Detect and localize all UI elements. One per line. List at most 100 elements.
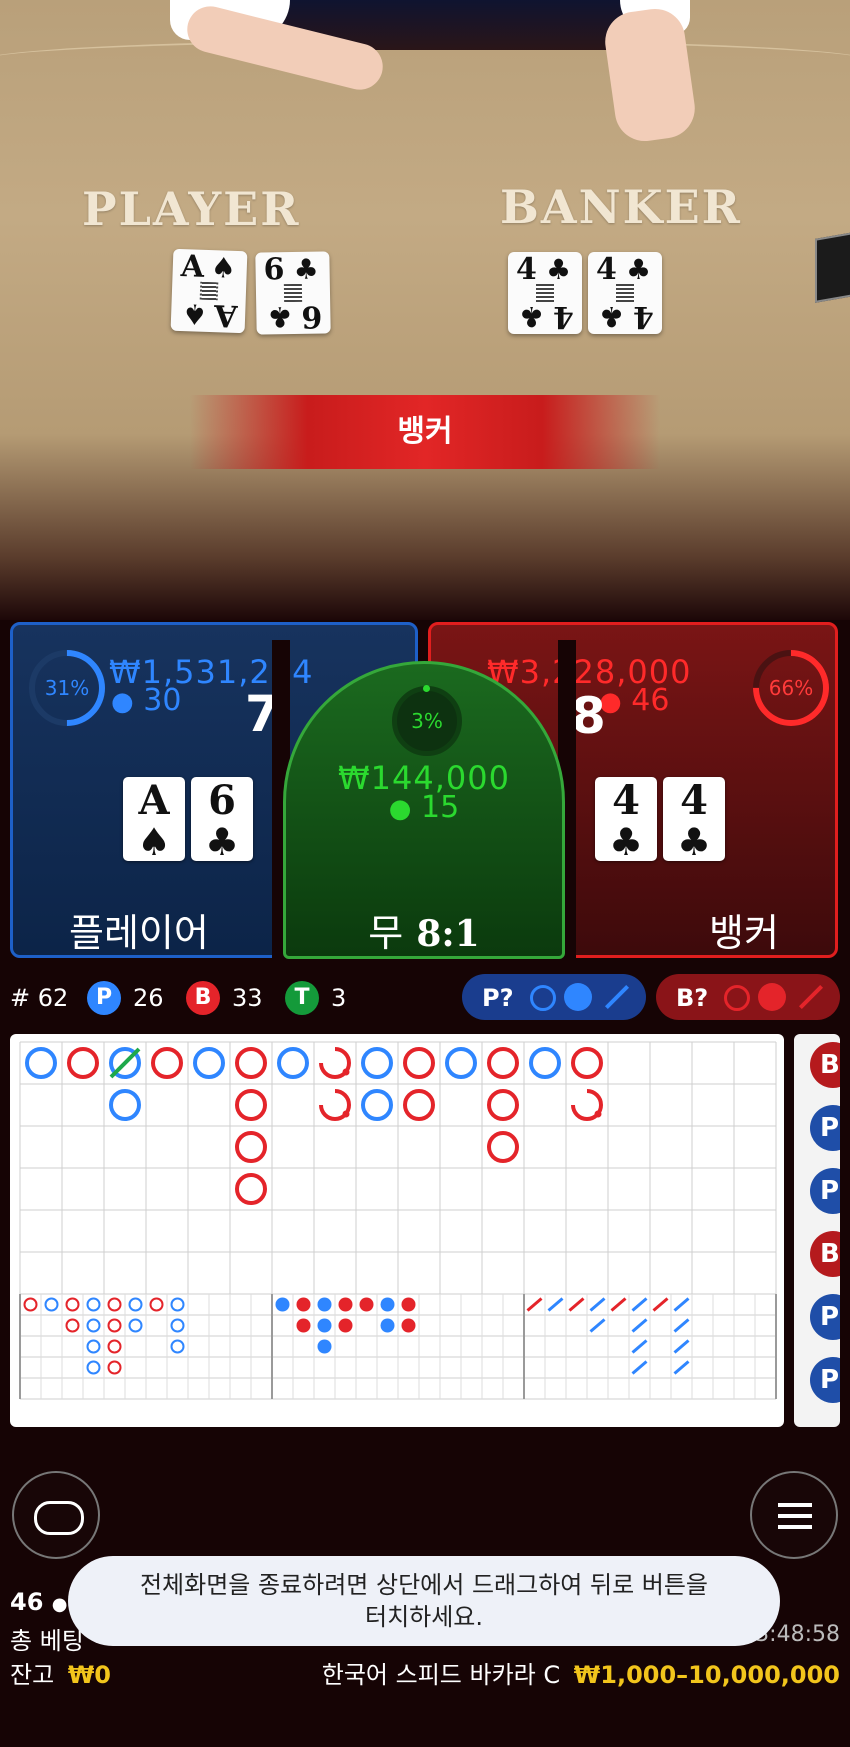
player-card: A ♠ (123, 777, 185, 861)
big-eye-mark (128, 1297, 143, 1312)
pair-dot (342, 1110, 350, 1118)
cockroach-mark (610, 1297, 627, 1312)
small-road-mark (359, 1297, 374, 1312)
small-road-mark (317, 1318, 332, 1333)
table-card: 6 ♣ 6 ♣ (255, 251, 331, 335)
tie-percent-ring: 3% (392, 685, 462, 756)
roadmap[interactable] (10, 1034, 784, 1427)
big-road-mark (235, 1089, 267, 1121)
big-eye-mark (65, 1297, 80, 1312)
big-eye-mark (86, 1339, 101, 1354)
table-card: A ♠ A ♠ (170, 248, 248, 334)
big-eye-mark (86, 1297, 101, 1312)
small-road-mark (401, 1318, 416, 1333)
cockroach-mark (631, 1339, 648, 1354)
small-road-mark (380, 1318, 395, 1333)
big-road-mark (25, 1047, 57, 1079)
banker-win-dot: B (186, 981, 220, 1015)
banker-prediction-button[interactable]: B? (656, 974, 840, 1020)
banker-win-count: 33 (232, 984, 263, 1012)
player-label: 플레이어 (69, 911, 209, 955)
table-info[interactable]: 한국어 스피드 바카라 C ₩1,000–10,000,000 (322, 1655, 840, 1690)
person-icon: ● (111, 687, 134, 717)
player-percent: 31% (44, 676, 90, 700)
banker-percent-ring: 66% (737, 634, 845, 742)
prediction-circle-icon (724, 985, 750, 1011)
big-road-mark (529, 1047, 561, 1079)
live-video: PLAYER BANKER A ♠ A ♠ 6 ♣ 6 ♣ 4 ♣ 4 ♣ 4 ♣ 4 ♣ 뱅커 (0, 0, 850, 620)
chat-bubble-icon (34, 1501, 84, 1535)
big-eye-mark (107, 1360, 122, 1375)
big-road-mark (403, 1047, 435, 1079)
hamburger-menu-icon (778, 1503, 812, 1507)
bead-road[interactable]: BPPBPP (794, 1034, 840, 1427)
cockroach-mark (652, 1297, 669, 1312)
big-road-mark (277, 1047, 309, 1079)
big-road-mark (487, 1047, 519, 1079)
pair-dot (342, 1068, 350, 1076)
cockroach-mark (547, 1297, 564, 1312)
roadmap-grid (19, 1041, 777, 1400)
prediction-slash-icon (798, 984, 824, 1010)
big-road-mark (487, 1131, 519, 1163)
small-road-mark (296, 1297, 311, 1312)
result-banner: 뱅커 (190, 395, 660, 469)
small-road-mark (296, 1318, 311, 1333)
total-bet-label: 총 베팅 (10, 1627, 84, 1655)
cockroach-mark (631, 1318, 648, 1333)
bead-road-chip: P (810, 1357, 840, 1403)
big-eye-mark (107, 1339, 122, 1354)
tie-count: 3 (331, 984, 347, 1012)
cockroach-mark (526, 1297, 543, 1312)
round-number: # 62 (10, 984, 69, 1012)
big-road-mark (235, 1131, 267, 1163)
big-road-mark (361, 1089, 393, 1121)
big-eye-mark (86, 1318, 101, 1333)
bead-road-chip: B (810, 1042, 840, 1088)
small-road-mark (380, 1297, 395, 1312)
table-card: 4 ♣ 4 ♣ (588, 252, 662, 334)
banker-label: 뱅커 (709, 911, 779, 955)
prediction-slash-icon (604, 984, 630, 1010)
card-shoe (815, 231, 850, 303)
big-road-mark (67, 1047, 99, 1079)
tie-bettors: ● 15 (388, 790, 460, 825)
prediction-dot-icon (564, 983, 592, 1011)
big-road-mark (445, 1047, 477, 1079)
banker-card: 4 ♣ (595, 777, 657, 861)
bead-road-chip: P (810, 1168, 840, 1214)
big-eye-mark (170, 1318, 185, 1333)
cockroach-mark (631, 1360, 648, 1375)
cockroach-mark (673, 1297, 690, 1312)
cockroach-mark (673, 1339, 690, 1354)
balance: 잔고 ₩0 (10, 1661, 111, 1689)
banker-bettors: ● 46 (599, 683, 670, 718)
players-online: 46 ● (10, 1588, 68, 1616)
pair-dot (594, 1110, 602, 1118)
small-road-mark (338, 1318, 353, 1333)
big-eye-mark (170, 1297, 185, 1312)
cockroach-mark (631, 1297, 648, 1312)
banker-card: 4 ♣ (663, 777, 725, 861)
big-road-mark (235, 1173, 267, 1205)
small-road-mark (275, 1297, 290, 1312)
table-card: 4 ♣ 4 ♣ (508, 252, 582, 334)
chat-button[interactable] (12, 1471, 100, 1559)
banker-score: 8 (571, 687, 606, 745)
tie-win-dot: T (285, 981, 319, 1015)
bead-road-chip: B (810, 1231, 840, 1277)
player-percent-ring: 31% (13, 634, 121, 742)
cockroach-mark (589, 1318, 606, 1333)
tie-percent: 3% (411, 709, 443, 733)
person-icon: ● (388, 794, 412, 824)
player-win-count: 26 (133, 984, 164, 1012)
prediction-circle-icon (530, 985, 556, 1011)
tie-bet-spot[interactable]: 3% ₩144,000 ● 15 무 8:1 (283, 661, 565, 959)
menu-button[interactable] (750, 1471, 838, 1559)
bead-road-chip: P (810, 1294, 840, 1340)
big-eye-mark (86, 1360, 101, 1375)
big-eye-mark (65, 1318, 80, 1333)
player-prediction-button[interactable]: P? (462, 974, 646, 1020)
person-icon: ● (51, 1594, 68, 1615)
small-road-mark (338, 1297, 353, 1312)
